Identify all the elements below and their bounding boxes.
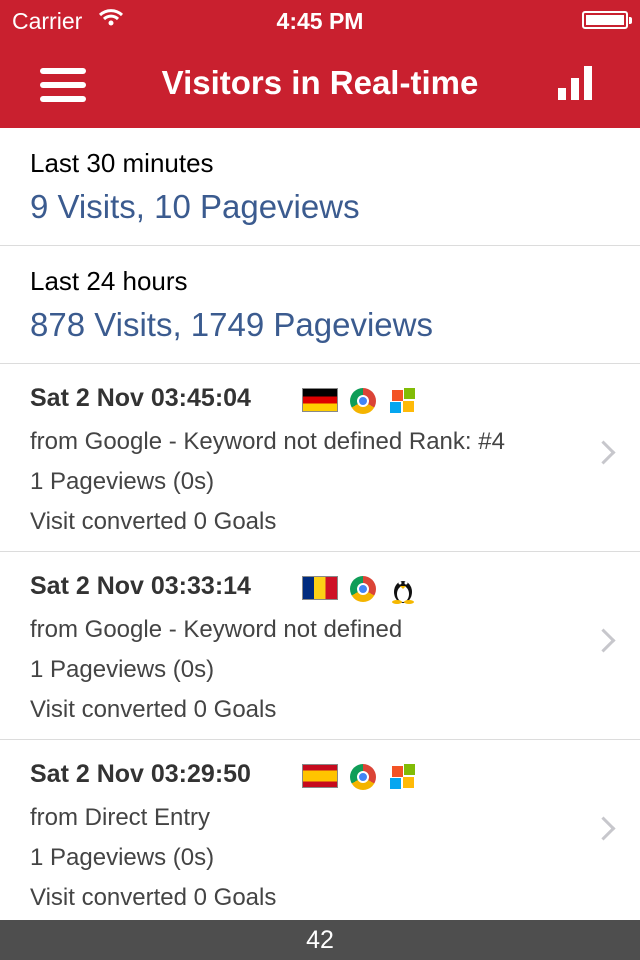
- status-bar: Carrier 4:45 PM: [0, 0, 640, 40]
- visit-referrer: from Google - Keyword not defined: [30, 616, 403, 643]
- visit-referrer: from Google - Keyword not defined Rank: …: [30, 428, 505, 455]
- visit-date: Sat 2 Nov 03:29:50: [30, 760, 251, 788]
- windows-icon: [390, 388, 416, 414]
- summary-last-30-minutes: Last 30 minutes 9 Visits, 10 Pageviews: [0, 128, 640, 246]
- status-time: 4:45 PM: [276, 8, 364, 34]
- visit-row[interactable]: Sat 2 Nov 03:29:50 from Direct Entry 1 P…: [0, 740, 640, 928]
- chrome-icon: [350, 764, 376, 790]
- statistics-button[interactable]: [558, 66, 592, 100]
- visit-referrer: from Direct Entry: [30, 804, 211, 831]
- summary-value: 9 Visits, 10 Pageviews: [30, 188, 360, 225]
- battery-icon: [582, 11, 632, 29]
- visit-goals: Visit converted 0 Goals: [30, 884, 277, 911]
- visit-row[interactable]: Sat 2 Nov 03:45:04 from Google - Keyword…: [0, 364, 640, 552]
- summary-label: Last 30 minutes: [30, 148, 214, 178]
- chevron-right-icon: [591, 440, 616, 465]
- romania-flag-icon: [302, 576, 338, 600]
- chrome-icon: [350, 388, 376, 414]
- summary-value: 878 Visits, 1749 Pageviews: [30, 306, 433, 343]
- navigation-bar: Carrier 4:45 PM Visitors in Real-time: [0, 0, 640, 128]
- bar-chart-icon: [558, 88, 566, 100]
- germany-flag-icon: [302, 388, 338, 412]
- visit-goals: Visit converted 0 Goals: [30, 696, 277, 723]
- windows-icon: [390, 764, 416, 790]
- visit-pageviews: 1 Pageviews (0s): [30, 844, 215, 871]
- visit-date: Sat 2 Nov 03:33:14: [30, 572, 251, 600]
- linux-icon: [390, 576, 416, 604]
- visitor-count: 42: [306, 926, 334, 954]
- chevron-right-icon: [591, 628, 616, 653]
- visit-pageviews: 1 Pageviews (0s): [30, 656, 215, 683]
- chrome-icon: [350, 576, 376, 602]
- visit-row[interactable]: Sat 2 Nov 03:33:14 from Google - Keyword…: [0, 552, 640, 740]
- visit-goals: Visit converted 0 Goals: [30, 508, 277, 535]
- chevron-right-icon: [591, 816, 616, 841]
- page-title: Visitors in Real-time: [161, 64, 479, 101]
- summary-label: Last 24 hours: [30, 266, 188, 296]
- spain-flag-icon: [302, 764, 338, 788]
- footer-bar: 42: [0, 920, 640, 960]
- visit-pageviews: 1 Pageviews (0s): [30, 468, 215, 495]
- visit-date: Sat 2 Nov 03:45:04: [30, 384, 251, 412]
- summary-last-24-hours: Last 24 hours 878 Visits, 1749 Pageviews: [0, 246, 640, 364]
